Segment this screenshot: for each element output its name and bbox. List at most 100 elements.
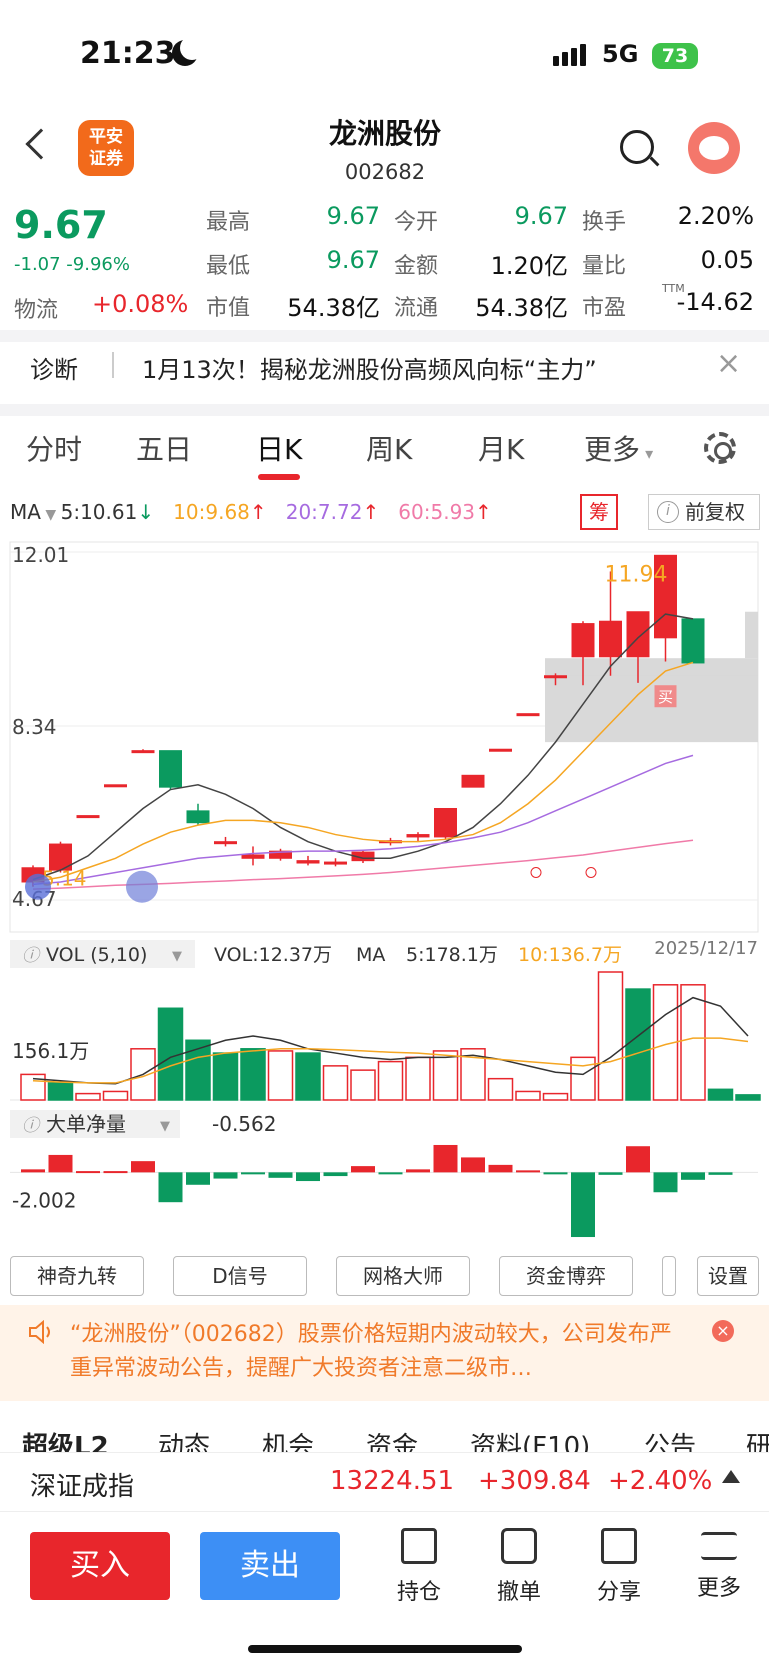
index-change: +309.84 bbox=[478, 1466, 591, 1496]
candle-body bbox=[461, 774, 485, 788]
feature-button[interactable] bbox=[662, 1256, 676, 1296]
quote-value: 9.67 bbox=[514, 202, 568, 230]
candle-body bbox=[241, 854, 265, 859]
volume-bar bbox=[240, 1048, 266, 1101]
volume-bar bbox=[405, 1056, 431, 1101]
candle-body bbox=[76, 815, 100, 819]
holdings-button[interactable]: 持仓 bbox=[384, 1528, 454, 1606]
sell-button[interactable]: 卖出 bbox=[200, 1532, 340, 1600]
close-icon[interactable]: × bbox=[716, 346, 741, 381]
net-bar bbox=[296, 1172, 320, 1182]
chip-distribution-button[interactable]: 筹 bbox=[580, 494, 618, 530]
volume-bar bbox=[597, 971, 624, 1101]
divider bbox=[0, 404, 769, 416]
feature-button[interactable]: 神奇九转 bbox=[10, 1256, 144, 1296]
volume-bar bbox=[212, 1052, 239, 1101]
quote-label: 最高 bbox=[206, 210, 251, 235]
feature-button[interactable]: 网格大师 bbox=[336, 1256, 470, 1296]
content-tab[interactable]: 研 bbox=[746, 1426, 769, 1452]
tab-monthly-k[interactable]: 月K bbox=[478, 428, 524, 468]
feature-button[interactable]: D信号 bbox=[173, 1256, 307, 1296]
undo-icon bbox=[501, 1528, 537, 1564]
quote-value: 9.67 bbox=[326, 202, 380, 230]
net-value: -0.562 bbox=[212, 1112, 276, 1136]
tab-more[interactable]: 更多 ▾ bbox=[584, 428, 653, 468]
risk-notice-text: “龙洲股份”（002682）股票价格短期内波动较大，公司发布严重异常波动公告，提… bbox=[70, 1322, 672, 1381]
stock-charts[interactable]: 12.018.344.672025/11/122025/12/1711.945.… bbox=[0, 540, 769, 1250]
quote-value: 0.05 bbox=[700, 246, 754, 274]
search-icon[interactable] bbox=[620, 130, 654, 164]
candle-body bbox=[296, 860, 320, 864]
arrow-up-icon: ↑ bbox=[362, 500, 380, 524]
more-button[interactable]: 更多 bbox=[684, 1528, 754, 1602]
candle-body bbox=[104, 784, 127, 788]
quote-value: 54.38亿 bbox=[287, 294, 380, 322]
net-bar bbox=[48, 1154, 73, 1173]
index-percent: +2.40% bbox=[608, 1466, 713, 1496]
net-bar bbox=[653, 1172, 678, 1193]
index-name: 深证成指 bbox=[30, 1472, 135, 1502]
tab-intraday[interactable]: 分时 bbox=[26, 428, 82, 468]
net-bar bbox=[598, 1172, 623, 1175]
expand-up-icon[interactable] bbox=[722, 1470, 740, 1483]
volume-bar bbox=[542, 1092, 569, 1101]
quote-label: 量比 bbox=[582, 254, 627, 279]
net-bar bbox=[488, 1164, 513, 1173]
net-bar bbox=[76, 1171, 100, 1174]
signal-icon bbox=[553, 44, 589, 66]
volume-bar bbox=[432, 1050, 459, 1101]
assistant-avatar-icon[interactable] bbox=[688, 122, 740, 174]
feature-button[interactable]: 资金博弈 bbox=[499, 1256, 633, 1296]
content-tab[interactable]: 公告 bbox=[644, 1426, 696, 1452]
sector-change[interactable]: +0.08% bbox=[92, 290, 188, 318]
volume-bar bbox=[102, 1090, 129, 1101]
y-tick-label: 8.34 bbox=[12, 715, 57, 739]
net-bar bbox=[158, 1172, 183, 1203]
price-change: -1.07 -9.96% bbox=[14, 254, 130, 275]
volume-bar bbox=[487, 1077, 514, 1101]
tab-weekly-k[interactable]: 周K bbox=[366, 428, 412, 468]
quote-value: 2.20% bbox=[677, 202, 754, 230]
vol-ma-label: MA bbox=[356, 944, 385, 966]
broker-logo[interactable]: 平安 证券 bbox=[78, 120, 134, 176]
tab-daily-k[interactable]: 日K bbox=[256, 428, 302, 468]
share-button[interactable]: 分享 bbox=[584, 1528, 654, 1606]
moon-icon bbox=[172, 36, 204, 66]
close-icon[interactable]: × bbox=[712, 1320, 734, 1342]
gear-icon[interactable] bbox=[704, 432, 736, 464]
content-tab[interactable]: 超级L2 bbox=[22, 1426, 109, 1452]
candle-body bbox=[324, 861, 347, 865]
candle-body bbox=[489, 748, 512, 752]
net-bar bbox=[433, 1144, 458, 1173]
volume-bar bbox=[20, 1073, 46, 1101]
buy-button[interactable]: 买入 bbox=[30, 1532, 170, 1600]
candle-body bbox=[599, 620, 622, 658]
content-tab[interactable]: 资金 bbox=[366, 1426, 418, 1452]
diagnosis-news-link[interactable]: 1月13次！揭秘龙洲股份高频风向标“主力” bbox=[142, 350, 597, 385]
vol-value: VOL:12.37万 bbox=[214, 944, 332, 966]
quote-value: -14.62 bbox=[676, 288, 754, 316]
divider bbox=[112, 352, 114, 378]
candle-body bbox=[516, 713, 540, 717]
adjust-mode-button[interactable]: 前复权 bbox=[648, 494, 760, 530]
candle-body bbox=[159, 750, 182, 788]
net-bar bbox=[516, 1170, 540, 1173]
ma-legend[interactable]: MA ▼ 5:10.61↓ 10:9.68↑ 20:7.72↑ 60:5.93↑ bbox=[10, 500, 492, 524]
cancel-order-button[interactable]: 撤单 bbox=[484, 1528, 554, 1606]
content-tab[interactable]: 机会 bbox=[262, 1426, 314, 1452]
high-marker: 11.94 bbox=[605, 562, 668, 587]
sector-label[interactable]: 物流 bbox=[14, 292, 58, 324]
net-bar bbox=[21, 1169, 45, 1173]
feature-button[interactable]: 设置 bbox=[697, 1256, 759, 1296]
document-icon bbox=[401, 1528, 437, 1564]
candle-body bbox=[681, 618, 705, 664]
content-tab[interactable]: 资料(F10) bbox=[470, 1426, 590, 1452]
volume-bar bbox=[267, 1050, 294, 1101]
quote-value: 54.38亿 bbox=[475, 294, 568, 322]
back-icon[interactable] bbox=[25, 128, 57, 160]
content-tab[interactable]: 动态 bbox=[158, 1426, 210, 1452]
stock-name: 龙洲股份 bbox=[328, 117, 441, 150]
candle-body bbox=[214, 841, 237, 845]
tab-five-day[interactable]: 五日 bbox=[136, 428, 192, 468]
net-bar bbox=[268, 1172, 293, 1178]
